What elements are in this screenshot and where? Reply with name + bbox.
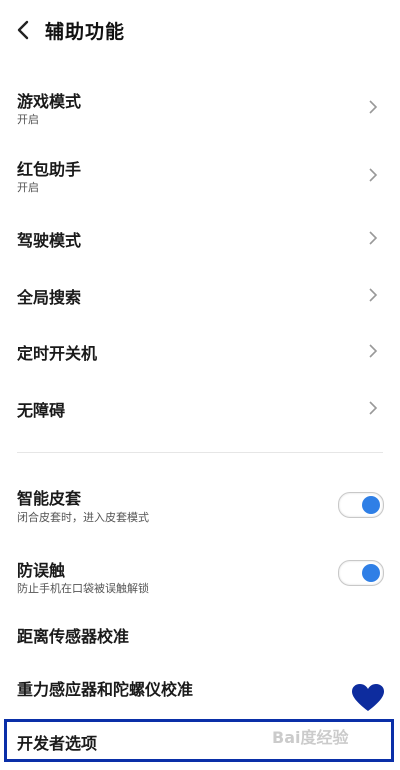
- settings-item-smart-cover: 智能皮套 闭合皮套时，进入皮套模式: [0, 476, 400, 532]
- chevron-right-icon: [369, 401, 378, 415]
- item-label: 游戏模式: [17, 92, 82, 111]
- settings-item-accessibility[interactable]: 无障碍: [0, 384, 400, 430]
- item-status: 开启: [17, 113, 39, 126]
- item-label: 距离传感器校准: [17, 627, 130, 646]
- item-status: 开启: [17, 181, 39, 194]
- item-label: 无障碍: [17, 401, 66, 420]
- item-label: 全局搜索: [17, 288, 82, 307]
- settings-item-proximity-calibration[interactable]: 距离传感器校准: [0, 614, 400, 654]
- item-description: 防止手机在口袋被误触解锁: [17, 582, 149, 595]
- chevron-right-icon: [369, 100, 378, 114]
- chevron-right-icon: [369, 344, 378, 358]
- anti-mistouch-toggle[interactable]: [338, 560, 384, 586]
- page-title: 辅助功能: [45, 21, 126, 43]
- item-label: 智能皮套: [17, 489, 82, 508]
- settings-item-game-mode[interactable]: 游戏模式 开启: [0, 78, 400, 134]
- item-label: 驾驶模式: [17, 231, 82, 250]
- item-label: 红包助手: [17, 160, 82, 179]
- settings-item-red-packet[interactable]: 红包助手 开启: [0, 146, 400, 202]
- settings-item-gyro-calibration[interactable]: 重力感应器和陀螺仪校准: [0, 668, 400, 708]
- toggle-knob: [362, 496, 380, 514]
- chevron-right-icon: [369, 231, 378, 245]
- chevron-right-icon: [369, 168, 378, 182]
- item-description: 闭合皮套时，进入皮套模式: [17, 511, 149, 524]
- app-header: 辅助功能: [0, 0, 400, 62]
- item-label: 重力感应器和陀螺仪校准: [17, 680, 194, 699]
- item-label: 防误触: [17, 561, 66, 580]
- heart-icon: [352, 684, 384, 711]
- toggle-knob: [362, 564, 380, 582]
- settings-item-scheduled-power[interactable]: 定时开关机: [0, 327, 400, 373]
- section-divider: [17, 452, 383, 453]
- chevron-right-icon: [369, 288, 378, 302]
- settings-item-driving-mode[interactable]: 驾驶模式: [0, 214, 400, 260]
- settings-item-anti-mistouch: 防误触 防止手机在口袋被误触解锁: [0, 548, 400, 604]
- back-arrow-icon[interactable]: [10, 16, 38, 44]
- settings-item-global-search[interactable]: 全局搜索: [0, 271, 400, 317]
- watermark-text: Bai度经验: [272, 728, 349, 747]
- item-label: 定时开关机: [17, 344, 98, 363]
- smart-cover-toggle[interactable]: [338, 492, 384, 518]
